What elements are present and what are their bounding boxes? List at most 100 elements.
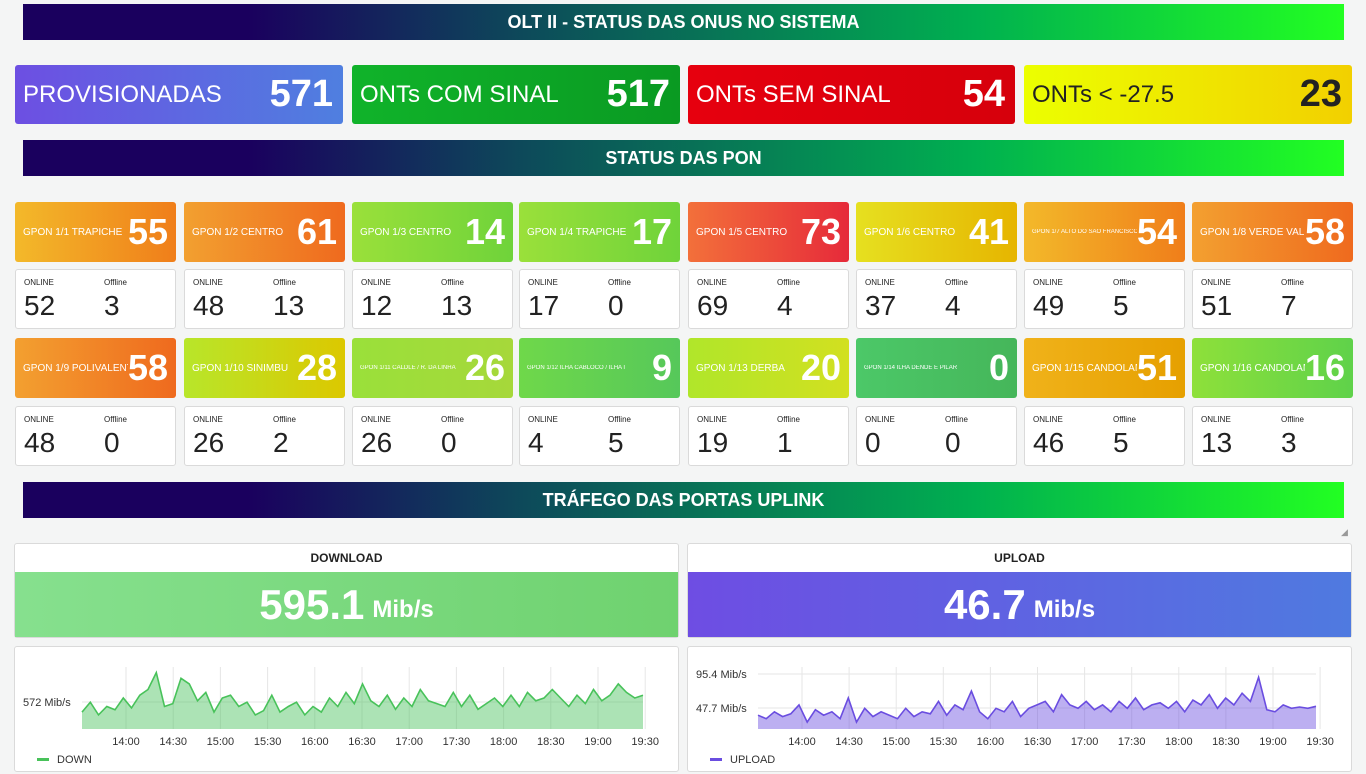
pon-card[interactable]: GPON 1/16 CANDOLANDIA16 [1192, 338, 1353, 398]
pon-label: GPON 1/2 CENTRO [192, 226, 284, 238]
x-tick-label: 15:30 [930, 736, 958, 748]
offline-label: Offline [1281, 278, 1304, 287]
offline-count: 7 [1281, 290, 1297, 321]
pon-label: GPON 1/12 ILHA CABLOCO / ILHA I [527, 365, 626, 371]
x-tick-label: 14:30 [835, 736, 863, 748]
pon-label: GPON 1/11 CALDLÉ / R. DA LINHA [360, 365, 456, 371]
pon-card[interactable]: GPON 1/8 VERDE VALE 58 [1192, 202, 1353, 262]
pon-section-banner: STATUS DAS PON [23, 140, 1344, 176]
stat-sinal-fraco[interactable]: ONTs < -27.5 23 [1024, 65, 1352, 124]
pon-card[interactable]: GPON 1/13 DERBA 20 [688, 338, 849, 398]
x-tick-label: 16:30 [348, 736, 376, 748]
upload-value-box: 46.7 Mib/s [688, 572, 1351, 637]
y-tick-label: 572 Mib/s [23, 697, 71, 709]
x-tick-label: 16:00 [977, 736, 1005, 748]
x-tick-label: 16:30 [1024, 736, 1052, 748]
offline-label: Offline [608, 278, 631, 287]
online-count: 4 [528, 427, 544, 458]
stat-value: 23 [1299, 73, 1342, 115]
pon-card[interactable]: GPON 1/7 ALTO DO SÃO FRANCISCO 54 [1024, 202, 1185, 262]
online-label: ONLINE [24, 415, 54, 424]
pon-card[interactable]: GPON 1/15 CANDOLANDIA51 [1024, 338, 1185, 398]
pon-counts: ONLINE Offline 46 5 [1024, 406, 1185, 466]
pon-card[interactable]: GPON 1/4 TRAPICHE 17 [519, 202, 680, 262]
x-tick-label: 14:00 [112, 736, 140, 748]
offline-count: 2 [273, 427, 289, 458]
online-label: ONLINE [1033, 278, 1063, 287]
online-count: 49 [1033, 290, 1065, 321]
legend-label[interactable]: DOWN [57, 754, 92, 766]
pon-counts: ONLINE Offline 4 5 [519, 406, 680, 466]
pon-counts: ONLINE Offline 48 0 [15, 406, 176, 466]
pon-label: GPON 1/16 CANDOLANDIA [1200, 362, 1305, 374]
download-chart[interactable]: 14:00 14:30 15:00 15:30 16:00 16:30 17:00 17:30… [15, 647, 680, 769]
download-unit: Mib/s [372, 595, 434, 623]
pon-card[interactable]: GPON 1/1 TRAPICHE 55 [15, 202, 176, 262]
pon-card[interactable]: GPON 1/10 SINIMBU 28 [184, 338, 345, 398]
pon-counts: ONLINE Offline 49 5 [1024, 269, 1185, 329]
pon-card[interactable]: GPON 1/3 CENTRO 14 [352, 202, 513, 262]
offline-label: Offline [273, 278, 296, 287]
online-count: 37 [865, 290, 897, 321]
online-label: ONLINE [361, 278, 391, 287]
stat-label: ONTs COM SINAL [360, 80, 559, 108]
pon-section-title: STATUS DAS PON [605, 147, 762, 168]
online-count: 69 [697, 290, 729, 321]
stat-com-sinal[interactable]: ONTs COM SINAL 517 [352, 65, 680, 124]
pon-counts: ONLINE Offline 51 7 [1192, 269, 1353, 329]
pon-total: 14 [464, 211, 505, 252]
x-tick-label: 15:00 [207, 736, 235, 748]
offline-label: Offline [104, 415, 127, 424]
online-count: 12 [361, 290, 393, 321]
stat-label: PROVISIONADAS [23, 80, 222, 108]
pon-total: 20 [800, 347, 841, 388]
resize-handle-icon[interactable]: ◢ [1341, 527, 1348, 538]
stat-value: 571 [269, 73, 333, 115]
online-count: 0 [865, 427, 881, 458]
online-label: ONLINE [1033, 415, 1063, 424]
x-tick-label: 15:30 [254, 736, 282, 748]
offline-label: Offline [777, 278, 800, 287]
y-tick-label: 95.4 Mib/s [696, 669, 747, 681]
online-label: ONLINE [528, 415, 558, 424]
stat-sem-sinal[interactable]: ONTs SEM SINAL 54 [688, 65, 1015, 124]
online-count: 46 [1033, 427, 1065, 458]
pon-card[interactable]: GPON 1/9 POLIVALENTE 58 [15, 338, 176, 398]
offline-count: 0 [608, 290, 624, 321]
pon-card[interactable]: GPON 1/6 CENTRO 41 [856, 202, 1017, 262]
pon-label: GPON 1/1 TRAPICHE [23, 226, 123, 238]
pon-card[interactable]: GPON 1/14 ILHA DENDE E PILAR 0 [856, 338, 1017, 398]
online-count: 17 [528, 290, 560, 321]
upload-title: UPLOAD [994, 551, 1045, 565]
legend-label[interactable]: UPLOAD [730, 754, 775, 766]
offline-count: 4 [777, 290, 793, 321]
pon-total: 16 [1304, 347, 1345, 388]
pon-total: 61 [296, 211, 337, 252]
x-tick-label: 15:00 [882, 736, 910, 748]
pon-card[interactable]: GPON 1/12 ILHA CABLOCO / ILHA I 9 [519, 338, 680, 398]
x-tick-label: 16:00 [301, 736, 329, 748]
online-count: 19 [697, 427, 729, 458]
x-tick-label: 19:00 [584, 736, 612, 748]
pon-label: GPON 1/3 CENTRO [360, 226, 452, 238]
x-tick-label: 18:30 [1212, 736, 1240, 748]
upload-value: 46.7 [943, 580, 1026, 628]
x-tick-label: 14:00 [788, 736, 816, 748]
pon-label: GPON 1/4 TRAPICHE [527, 226, 627, 238]
online-count: 51 [1201, 290, 1233, 321]
offline-count: 5 [1113, 290, 1129, 321]
pon-total: 58 [1304, 211, 1345, 252]
pon-card[interactable]: GPON 1/2 CENTRO 61 [184, 202, 345, 262]
online-label: ONLINE [193, 415, 223, 424]
online-label: ONLINE [24, 278, 54, 287]
pon-total: 26 [464, 347, 505, 388]
stat-value: 517 [606, 73, 670, 115]
upload-unit: Mib/s [1033, 595, 1096, 623]
pon-counts: ONLINE Offline 69 4 [688, 269, 849, 329]
upload-chart[interactable]: 14:00 14:30 15:00 15:30 16:00 16:30 17:00 17:30… [688, 647, 1353, 769]
pon-card[interactable]: GPON 1/11 CALDLÉ / R. DA LINHA 26 [352, 338, 513, 398]
offline-count: 5 [1113, 427, 1129, 458]
stat-provisionadas[interactable]: PROVISIONADAS 571 [15, 65, 343, 124]
pon-card[interactable]: GPON 1/5 CENTRO 73 [688, 202, 849, 262]
pon-label: GPON 1/7 ALTO DO SÃO FRANCISCO [1032, 229, 1137, 235]
